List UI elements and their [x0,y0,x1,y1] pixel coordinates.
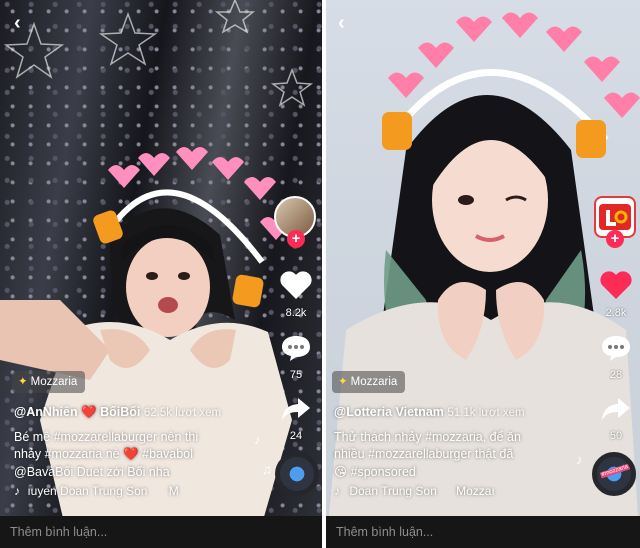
share-arrow-icon [602,398,630,420]
kiss-emoji: 😘 [334,464,348,479]
comment-count: 75 [289,369,303,381]
music-note-icon: ♪ [334,484,340,498]
share-count: 50 [609,430,623,442]
like-count: 2.8k [605,307,627,319]
caption-line: @BavàBối Duet zới Bối nha [14,464,264,482]
heart-emoji: ❤️ [123,447,139,461]
share-count: 24 [289,430,303,442]
comment-input-bar[interactable]: Thêm bình luận... [0,516,322,548]
caption-line: Bé mê #mozzarellaburger nên thi [14,429,199,444]
follow-plus-icon[interactable]: + [287,230,305,248]
music-title-scroll: Mozzaı [456,484,495,498]
heart-icon [280,271,312,299]
video-panel-left[interactable]: ‹ + 8.2k 75 24 ✦ Mozzaria @AnNhiên ❤️ Bối… [0,0,322,548]
music-disc[interactable]: #mozzaria [592,452,636,496]
view-count: 62.5k lượt xem [143,407,222,419]
music-row[interactable]: ♪ Doan Trung Son Mozzaı [334,484,495,498]
star-decorations [3,0,314,107]
magic-wand-icon: ✦ [18,376,28,388]
effect-tag[interactable]: ✦ Mozzaria [332,371,406,393]
creator-handle[interactable]: @Lotteria Vietnam [334,405,444,419]
mention[interactable]: @BavàBối [14,465,73,479]
music-note-icon: ♪ [14,484,20,498]
video-panel-right[interactable]: ‹ + 2.8k 28 50 ✦ Mozzaria @Lotteria Vietn… [326,0,640,548]
follow-plus-icon[interactable]: + [606,230,624,248]
caption-text: nhảy #mozzaria nè [14,447,120,461]
music-title: Doan Trung Son [349,484,437,498]
creator-handle[interactable]: @AnNhiên [14,405,78,419]
floating-music-note-icon: ♪ [254,432,261,447]
back-chevron-icon[interactable]: ‹ [14,13,30,33]
caption-text: Duet zới Bối nha [76,464,170,479]
video-caption: @Lotteria Vietnam 51.1k lượt xem Thử thá… [334,404,584,481]
floating-music-note-icon: ♫ [262,462,272,477]
hashtag[interactable]: #bavabol [142,447,193,461]
music-title-scroll: M [168,484,179,498]
effect-tag[interactable]: ✦ Mozzaria [12,371,86,393]
creator-handle-suffix: BốiBối [100,405,141,419]
comment-button[interactable]: 75 [273,334,319,381]
caption-header: @Lotteria Vietnam 51.1k lượt xem [334,404,584,423]
hashtag[interactable]: #sponsored [351,465,416,479]
like-button[interactable]: 8.2k [273,270,319,319]
effect-label: Mozzaria [30,376,78,388]
caption-line: nhảy #mozzaria nè ❤️ #bavabol [14,446,264,464]
caption-line: nhiều #mozzarellaburger thật đã [334,447,514,461]
effect-label: Mozzaria [350,376,398,388]
floating-music-note-icon: ♪ [576,452,583,467]
comment-button[interactable]: 28 [593,334,639,381]
heart-emoji: ❤️ [81,405,97,419]
video-caption: @AnNhiên ❤️ BốiBối 62.5k lượt xem Bé mê … [14,404,264,481]
caption-line: Thử thách nhảy #mozzaria, để ăn [334,429,521,444]
magic-wand-icon: ✦ [338,376,348,388]
caption-header: @AnNhiên ❤️ BốiBối 62.5k lượt xem [14,404,264,423]
comment-bubble-icon [282,336,310,361]
share-arrow-icon [282,398,310,420]
music-title: ıuyen Doan Trung Son [27,484,148,498]
share-button[interactable]: 50 [593,395,639,442]
comment-placeholder: Thêm bình luận... [336,525,434,539]
comment-placeholder: Thêm bình luận... [10,525,108,539]
like-count: 8.2k [285,307,307,319]
back-chevron-icon[interactable]: ‹ [338,13,354,33]
music-disc[interactable] [275,452,319,496]
heart-icon [600,271,632,299]
like-button[interactable]: 2.8k [593,270,639,319]
comment-input-bar[interactable]: Thêm bình luận... [326,516,640,548]
music-row[interactable]: ♪ ıuyen Doan Trung Son M [14,484,179,498]
comment-count: 28 [609,369,623,381]
share-button[interactable]: 24 [273,395,319,442]
view-count: 51.1k lượt xem [447,407,525,419]
comment-bubble-icon [602,336,630,361]
disc-label: #mozzaria [599,463,630,479]
caption-line: 😘 #sponsored [334,464,584,482]
